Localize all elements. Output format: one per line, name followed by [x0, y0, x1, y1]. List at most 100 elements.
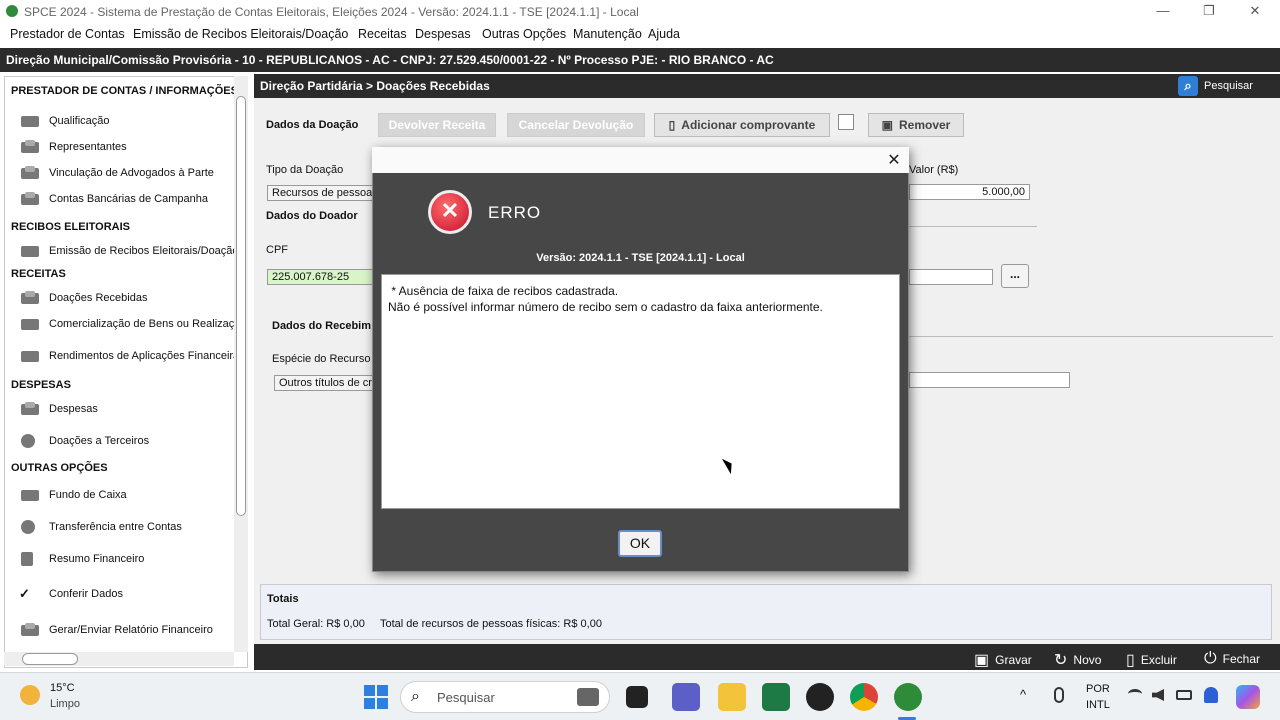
briefcase-icon [19, 401, 43, 417]
ok-button[interactable]: OK [618, 530, 662, 557]
sidebar-item-transferencia[interactable]: Transferência entre Contas [19, 517, 182, 537]
sidebar-item-advogados[interactable]: Vinculação de Advogados à Parte [19, 163, 214, 183]
bottom-toolbar: ▣ Gravar ↻ Novo ▯ Excluir ⏻ Fechar [254, 644, 1280, 670]
menu-emissao[interactable]: Emissão de Recibos Eleitorais/Doação [133, 27, 348, 41]
sidebar-item-doacoes-terceiros[interactable]: Doações a Terceiros [19, 431, 149, 451]
sidebar-item-label: Resumo Financeiro [49, 553, 145, 565]
menu-manutencao[interactable]: Manutenção [573, 27, 642, 41]
sidebar-item-qualificacao[interactable]: Qualificação [19, 111, 110, 131]
menu-bar: Prestador de Contas Emissão de Recibos E… [0, 24, 1280, 44]
wifi-icon[interactable] [1128, 689, 1142, 699]
sidebar-item-doacoes-recebidas[interactable]: Doações Recebidas [19, 288, 147, 308]
spce-app-icon[interactable] [894, 683, 922, 711]
total-pessoas-fisicas: Total de recursos de pessoas físicas: R$… [380, 618, 602, 630]
save-icon: ▣ [974, 652, 990, 669]
especie-label: Espécie do Recurso [272, 353, 371, 365]
fechar-button[interactable]: ⏻ Fechar [1204, 650, 1260, 668]
search-icon: ⌕ [411, 688, 420, 705]
sidebar-item-contas-bancarias[interactable]: Contas Bancárias de Campanha [19, 189, 208, 209]
scroll-thumb[interactable] [22, 653, 78, 665]
sidebar-section-outras: OUTRAS OPÇÕES [11, 462, 108, 474]
sidebar-section-despesas: DESPESAS [11, 379, 71, 391]
valor-input[interactable]: 5.000,00 [909, 184, 1030, 200]
sidebar-item-comercializacao[interactable]: Comercialização de Bens ou Realização [19, 314, 247, 334]
weather-temp[interactable]: 15°C [50, 682, 75, 694]
app-logo-icon [6, 5, 18, 17]
microphone-icon[interactable] [1054, 687, 1064, 703]
menu-prestador[interactable]: Prestador de Contas [10, 27, 125, 41]
dialog-title-bar [372, 147, 909, 173]
windows-start-icon[interactable] [362, 683, 390, 711]
sidebar-horizontal-scrollbar[interactable] [4, 652, 234, 666]
sidebar-item-resumo[interactable]: Resumo Financeiro [19, 549, 144, 569]
taskbar: 15°C Limpo ⌕ Pesquisar ^ POR INTL [0, 672, 1280, 720]
menu-ajuda[interactable]: Ajuda [648, 27, 680, 41]
task-view-icon[interactable] [626, 686, 648, 708]
sidebar-item-gerar-relatorio[interactable]: Gerar/Enviar Relatório Financeiro [19, 620, 213, 640]
sidebar-item-emissao-recibos[interactable]: Emissão de Recibos Eleitorais/Doação [19, 241, 239, 261]
obs-icon[interactable] [806, 683, 834, 711]
cpf-input[interactable]: 225.007.678-25 [267, 269, 377, 285]
camtasia-icon[interactable] [762, 683, 790, 711]
notification-bell-icon[interactable] [1204, 687, 1218, 703]
dialog-close-button[interactable]: ✕ [884, 150, 904, 170]
sidebar-item-despesas[interactable]: Despesas [19, 399, 98, 419]
adicionar-comprovante-button[interactable]: ▯ Adicionar comprovante [654, 113, 830, 137]
coin-icon [19, 433, 43, 449]
sidebar-section-receitas: RECEITAS [11, 268, 66, 280]
language-indicator-1[interactable]: POR [1086, 683, 1110, 695]
receipt-list-icon[interactable] [838, 114, 854, 130]
moon-weather-icon[interactable] [20, 685, 40, 705]
weather-desc[interactable]: Limpo [50, 698, 80, 710]
excluir-button[interactable]: ▯ Excluir [1126, 650, 1177, 670]
search-link[interactable]: Pesquisar [1204, 80, 1253, 92]
devolver-receita-button[interactable]: Devolver Receita [378, 113, 496, 137]
especie-detail-input[interactable] [909, 372, 1070, 388]
sidebar-item-label: Conferir Dados [49, 588, 123, 600]
sidebar-item-conferir[interactable]: ✓ Conferir Dados [19, 584, 123, 604]
copilot-icon[interactable] [1236, 685, 1260, 709]
sidebar-item-rendimentos[interactable]: Rendimentos de Aplicações Financeira [19, 346, 239, 366]
sidebar-item-label: Representantes [49, 141, 127, 153]
lookup-button[interactable]: ... [1001, 264, 1029, 288]
menu-outras[interactable]: Outras Opções [482, 27, 566, 41]
donor-name-input[interactable] [909, 269, 993, 285]
sidebar-item-label: Despesas [49, 403, 98, 415]
menu-despesas[interactable]: Despesas [415, 27, 471, 41]
language-indicator-2[interactable]: INTL [1086, 699, 1110, 711]
sidebar-item-label: Transferência entre Contas [49, 521, 182, 533]
sidebar-item-label: Qualificação [49, 115, 110, 127]
teams-icon[interactable] [672, 683, 700, 711]
tipo-doacao-select[interactable]: Recursos de pessoa [267, 185, 377, 201]
export-icon [19, 622, 43, 638]
receipt-icon [19, 243, 43, 259]
cancelar-devolucao-button[interactable]: Cancelar Devolução [507, 113, 645, 137]
maximize-button[interactable]: ❐ [1186, 2, 1232, 22]
chart-icon [19, 348, 43, 364]
sidebar-vertical-scrollbar[interactable] [234, 76, 248, 652]
page-header: Direção Partidária > Doações Recebidas ⌕… [254, 74, 1280, 98]
novo-button[interactable]: ↻ Novo [1054, 650, 1101, 670]
money-hand-icon [19, 290, 43, 306]
remover-button[interactable]: ▣ Remover [868, 113, 964, 137]
sidebar-item-fundo-caixa[interactable]: Fundo de Caixa [19, 485, 127, 505]
menu-receitas[interactable]: Receitas [358, 27, 407, 41]
search-icon[interactable]: ⌕ [1178, 76, 1198, 96]
gravar-button[interactable]: ▣ Gravar [974, 650, 1032, 670]
trash-icon: ▯ [1126, 652, 1135, 669]
battery-icon[interactable] [1176, 690, 1192, 700]
sidebar-item-representantes[interactable]: Representantes [19, 137, 127, 157]
scroll-thumb[interactable] [236, 96, 246, 516]
file-explorer-icon[interactable] [718, 683, 746, 711]
button-label: Novo [1073, 653, 1102, 667]
close-window-button[interactable]: ✕ [1232, 2, 1278, 22]
chrome-icon[interactable] [850, 683, 878, 711]
sidebar-item-label: Comercialização de Bens ou Realização [49, 318, 247, 330]
dialog-title: ERRO [488, 203, 542, 222]
sidebar-item-label: Doações Recebidas [49, 292, 148, 304]
especie-select[interactable]: Outros títulos de cr [274, 375, 378, 391]
minimize-button[interactable]: — [1140, 2, 1186, 22]
show-hidden-icons-button[interactable]: ^ [1020, 687, 1026, 702]
volume-icon[interactable] [1152, 689, 1164, 701]
taskbar-search[interactable]: ⌕ Pesquisar [400, 681, 610, 713]
